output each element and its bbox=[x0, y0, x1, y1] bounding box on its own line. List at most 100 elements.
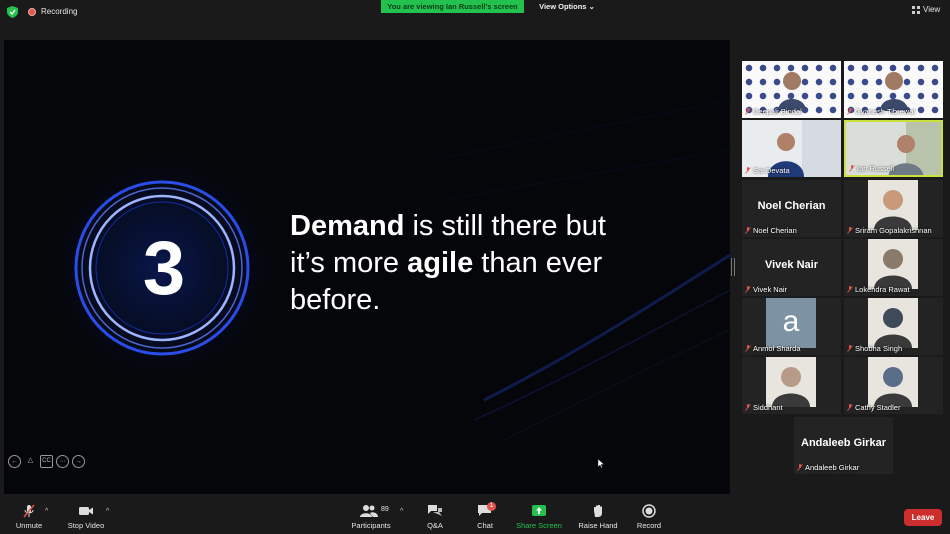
participant-tile[interactable]: Cathy Stadler bbox=[844, 357, 943, 414]
participant-photo bbox=[868, 298, 918, 348]
microphone-muted-icon bbox=[849, 165, 855, 172]
slide-text: Demand is still there but it’s more agil… bbox=[290, 208, 650, 319]
qa-button[interactable]: Q&A bbox=[422, 498, 448, 530]
participant-name-label: Anmol Sharda bbox=[745, 344, 801, 353]
top-bar: Recording You are viewing Ian Russell's … bbox=[0, 0, 950, 38]
grid-icon bbox=[912, 5, 920, 14]
microphone-muted-icon bbox=[847, 404, 853, 411]
slide-text-agile: agile bbox=[407, 247, 474, 279]
unmute-button[interactable]: Unmute bbox=[11, 498, 47, 530]
view-options-label: View Options bbox=[539, 2, 587, 11]
captions-icon[interactable]: CC bbox=[40, 455, 53, 468]
participant-name-label: Andaleeb Girkar bbox=[797, 463, 859, 472]
participant-name: Deepak Bindal bbox=[753, 107, 802, 116]
chat-button[interactable]: 1 Chat bbox=[470, 498, 500, 530]
participant-name-label: Siddhant bbox=[745, 403, 783, 412]
panel-resize-handle[interactable] bbox=[731, 258, 735, 276]
slide-text-line1: is still there but bbox=[404, 210, 606, 242]
shield-icon[interactable] bbox=[7, 6, 18, 18]
participant-name-label: Vivek Nair bbox=[745, 285, 787, 294]
participant-display-name: Noel Cherian bbox=[757, 200, 826, 212]
previous-slide-icon[interactable]: ← bbox=[8, 455, 21, 468]
participant-photo bbox=[868, 180, 918, 230]
share-screen-label: Share Screen bbox=[516, 521, 562, 530]
slide-number: 3 bbox=[142, 226, 186, 311]
participant-name: Shobha Singh bbox=[855, 344, 903, 353]
participant-tile[interactable]: Deepak Bindal bbox=[742, 61, 841, 118]
participant-tile[interactable]: Gyanesh Tibrewal bbox=[844, 61, 943, 118]
microphone-muted-icon bbox=[745, 404, 751, 411]
participant-photo bbox=[766, 357, 816, 407]
microphone-muted-icon bbox=[745, 286, 751, 293]
qa-icon bbox=[428, 505, 442, 516]
participant-name: Andaleeb Girkar bbox=[805, 463, 860, 472]
microphone-muted-icon bbox=[23, 504, 35, 518]
raise-hand-icon bbox=[594, 505, 602, 517]
recording-dot-icon bbox=[28, 8, 36, 16]
participant-name: Sriram Gopalakrishnan bbox=[855, 226, 932, 235]
view-options-button[interactable]: View Options ⌄ bbox=[535, 0, 599, 13]
participant-name-label: Ian Russell bbox=[849, 164, 894, 173]
shared-screen[interactable]: 3 Demand is still there but it’s more ag… bbox=[4, 40, 730, 494]
pen-icon[interactable]: △ bbox=[24, 455, 37, 468]
participant-tile[interactable]: Ian Russell bbox=[844, 120, 943, 177]
participants-options-caret[interactable]: ^ bbox=[400, 508, 403, 515]
next-slide-icon[interactable]: → bbox=[72, 455, 85, 468]
microphone-muted-icon bbox=[847, 286, 853, 293]
participant-name: Cathy Stadler bbox=[855, 403, 901, 412]
video-camera-icon bbox=[79, 507, 93, 515]
video-options-caret[interactable]: ^ bbox=[106, 508, 109, 515]
participant-name: Anmol Sharda bbox=[753, 344, 801, 353]
participant-name-label: Shobha Singh bbox=[847, 344, 902, 353]
leave-button[interactable]: Leave bbox=[904, 509, 942, 526]
stop-video-button[interactable]: Stop Video bbox=[65, 498, 107, 530]
participant-photo bbox=[868, 357, 918, 407]
share-screen-icon bbox=[532, 505, 546, 516]
slide-text-line3: before. bbox=[290, 284, 381, 316]
microphone-muted-icon bbox=[847, 345, 853, 352]
participant-name-label: Cathy Stadler bbox=[847, 403, 900, 412]
share-screen-button[interactable]: Share Screen bbox=[516, 498, 562, 530]
participant-tile[interactable]: Siddhant bbox=[742, 357, 841, 414]
raise-hand-button[interactable]: Raise Hand bbox=[577, 498, 619, 530]
audio-options-caret[interactable]: ^ bbox=[45, 508, 48, 515]
participant-name-label: Sriram Gopalakrishnan bbox=[847, 226, 932, 235]
participant-display-name: Vivek Nair bbox=[764, 259, 818, 271]
participant-name-label: Deepak Bindal bbox=[745, 107, 802, 116]
participant-name: Noel Cherian bbox=[753, 226, 797, 235]
participant-name: Lokendra Rawat bbox=[855, 285, 910, 294]
microphone-muted-icon bbox=[847, 108, 853, 115]
record-icon bbox=[642, 504, 656, 518]
microphone-muted-icon bbox=[745, 167, 751, 174]
participant-name: Gyanesh Tibrewal bbox=[855, 107, 916, 116]
record-label: Record bbox=[636, 521, 662, 530]
slide-text-line2b: than ever bbox=[473, 247, 603, 279]
microphone-muted-icon bbox=[745, 108, 751, 115]
record-button[interactable]: Record bbox=[634, 498, 664, 530]
microphone-muted-icon bbox=[797, 464, 803, 471]
participant-tile[interactable]: Sriram Gopalakrishnan bbox=[844, 180, 943, 237]
participant-name-label: Lokendra Rawat bbox=[847, 285, 910, 294]
participant-video bbox=[778, 72, 806, 111]
participant-tile[interactable]: Vivek Nair Vivek Nair bbox=[742, 239, 841, 296]
participant-tile[interactable]: Noel Cherian Noel Cherian bbox=[742, 180, 841, 237]
participant-name: Vivek Nair bbox=[753, 285, 788, 294]
mouse-cursor-icon bbox=[598, 459, 604, 468]
more-options-icon[interactable]: ··· bbox=[56, 455, 69, 468]
participant-tile[interactable]: Sai Devata bbox=[742, 120, 841, 177]
participant-name: Siddhant bbox=[753, 403, 783, 412]
participant-name-label: Noel Cherian bbox=[745, 226, 797, 235]
recording-label: Recording bbox=[41, 7, 78, 16]
viewing-screen-banner: You are viewing Ian Russell's screen bbox=[381, 0, 524, 13]
slide-text-demand: Demand bbox=[290, 210, 405, 242]
microphone-muted-icon bbox=[745, 227, 751, 234]
participants-icon bbox=[360, 505, 378, 517]
chevron-down-icon: ⌄ bbox=[588, 2, 595, 11]
participants-button[interactable]: 89 Participants bbox=[348, 498, 394, 530]
participant-tile[interactable]: Shobha Singh bbox=[844, 298, 943, 355]
raise-hand-label: Raise Hand bbox=[578, 521, 618, 530]
participant-tile[interactable]: Andaleeb Girkar Andaleeb Girkar bbox=[794, 417, 893, 474]
participant-tile[interactable]: Lokendra Rawat bbox=[844, 239, 943, 296]
participant-tile[interactable]: a Anmol Sharda bbox=[742, 298, 841, 355]
view-button[interactable]: View bbox=[912, 5, 940, 14]
